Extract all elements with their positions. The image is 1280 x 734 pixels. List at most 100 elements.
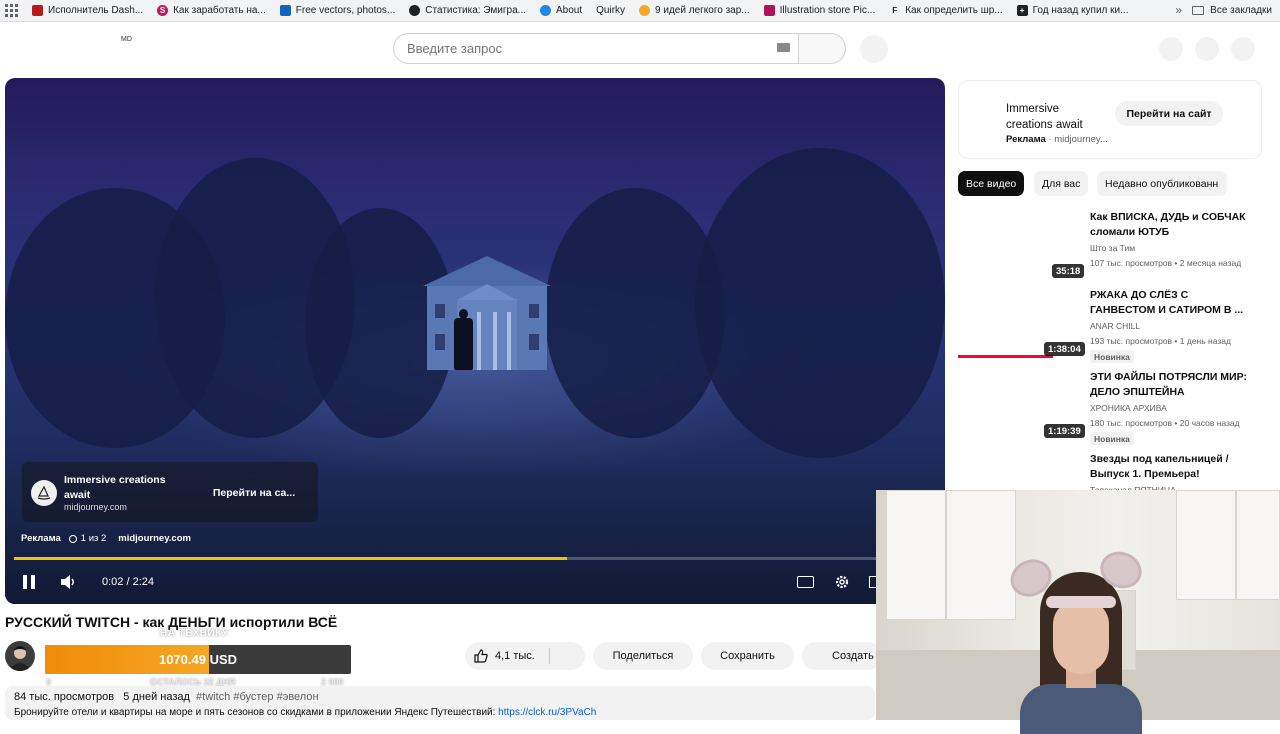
all-bookmarks-button[interactable]: Все закладки	[1192, 5, 1272, 16]
thumbs-up-icon	[474, 649, 488, 663]
rec-meta: 107 тыс. просмотров • 2 месяца назад	[1090, 258, 1242, 268]
webcam-headband	[1046, 596, 1116, 608]
bookmark-favicon-icon	[540, 5, 551, 16]
description-link[interactable]: https://clck.ru/3PVaCh	[498, 707, 596, 718]
bookmark-label: Год назад купил ки...	[1032, 5, 1129, 16]
bookmark-label: About	[556, 5, 583, 16]
like-count: 4,1 тыс.	[495, 650, 535, 662]
ad-label: Реклама	[21, 533, 61, 544]
bookmark-label: Статистика: Эмигра...	[425, 5, 526, 16]
create-clip-button[interactable]: Создать	[802, 642, 882, 670]
description-text: Бронируйте отели и квартиры на море и пя…	[14, 707, 596, 718]
bookmark-label: Как определить шр...	[905, 5, 1003, 16]
sidebar-ad-domain: midjourney...	[1054, 134, 1108, 145]
chip-all-videos[interactable]: Все видео	[958, 171, 1025, 196]
notifications-button[interactable]	[1195, 37, 1219, 61]
save-button[interactable]: Сохранить	[701, 642, 794, 670]
sidebar-ad-visit-button[interactable]: Перейти на сайт	[1115, 101, 1223, 126]
settings-gear-icon[interactable]	[834, 574, 850, 590]
rec-channel[interactable]: ХРОНИКА АРХИВА	[1090, 403, 1167, 413]
chip-recently-published[interactable]: Недавно опубликованн	[1097, 171, 1227, 196]
donation-amount: 1070.49 USD	[158, 652, 238, 667]
kitchen-cabinet	[946, 490, 1016, 620]
bookmark-item[interactable]: + Год назад купил ки...	[1016, 5, 1129, 16]
rec-channel[interactable]: Што за Тим	[1090, 243, 1135, 253]
apps-grid-icon[interactable]	[4, 4, 18, 18]
kitchen-cabinet	[1236, 490, 1280, 600]
midjourney-logo-icon	[31, 480, 57, 506]
ad-count: 1 из 2	[80, 533, 107, 544]
ad-visit-site-button[interactable]: Перейти на са...	[203, 484, 305, 502]
rec-duration: 1:38:04	[1044, 342, 1085, 356]
bookmark-item[interactable]: About	[540, 5, 582, 16]
hashtags[interactable]: #twitch #бустер #эвелон	[196, 691, 319, 703]
bookmark-item[interactable]: Quirky	[596, 5, 625, 16]
create-button[interactable]	[1159, 37, 1183, 61]
bookmark-favicon-icon: +	[1016, 5, 1028, 16]
bookmark-item[interactable]: 9 идей легкого зар...	[639, 5, 750, 16]
rec-title[interactable]: Как ВПИСКА, ДУДЬ и СОБЧАК сломали ЮТУБ	[1090, 210, 1255, 240]
donation-goal-label: НА ТЕХНИКУ	[160, 628, 229, 639]
description-meta: 84 тыс. просмотров 5 дней назад #twitch …	[14, 691, 319, 703]
more-bookmarks-chevron-icon[interactable]: »	[1175, 3, 1182, 17]
time-display: 0:02 / 2:24	[102, 576, 154, 588]
kitchen-cabinet	[1176, 490, 1236, 600]
channel-avatar[interactable]	[5, 641, 35, 671]
chip-for-you[interactable]: Для вас	[1034, 171, 1089, 196]
like-divider	[549, 648, 550, 664]
bookmark-favicon-icon: S	[157, 5, 169, 16]
video-progress-bar[interactable]	[14, 557, 936, 560]
search-input[interactable]	[405, 40, 769, 57]
like-button[interactable]: 4,1 тыс.	[465, 642, 585, 670]
ad-info-line: Реклама 1 из 2 midjourney.com	[21, 533, 191, 544]
keyboard-icon[interactable]	[777, 43, 790, 52]
bookmark-favicon-icon	[763, 5, 775, 16]
new-badge: Новинка	[1090, 432, 1134, 445]
bookmark-label: Illustration store Pic...	[779, 5, 876, 16]
ad-site-link[interactable]: midjourney.com	[118, 533, 191, 544]
bookmark-item[interactable]: Illustration store Pic...	[763, 5, 876, 16]
rec-meta: 180 тыс. просмотров • 20 часов назад	[1090, 418, 1240, 428]
account-avatar[interactable]	[1231, 37, 1255, 61]
bookmark-item[interactable]: F Как определить шр...	[889, 5, 1002, 16]
pause-icon[interactable]	[23, 575, 35, 589]
ad-overlay-domain: midjourney.com	[64, 502, 127, 512]
rec-title[interactable]: РЖАКА ДО СЛЁЗ С ГАНВЕСТОМ И САТИРОМ В ..…	[1090, 288, 1255, 318]
subtitles-icon[interactable]	[797, 576, 814, 588]
video-frame-tree	[695, 148, 945, 458]
rec-meta: 193 тыс. просмотров • 1 день назад	[1090, 336, 1231, 346]
site-logo[interactable]: MD	[121, 36, 132, 43]
search-button[interactable]	[798, 33, 846, 64]
all-bookmarks-label: Все закладки	[1210, 5, 1272, 16]
upload-date: 5 дней назад	[123, 691, 190, 703]
bookmark-favicon-icon	[279, 5, 291, 16]
bookmark-label: Исполнитель Dash...	[48, 5, 144, 16]
bookmark-item[interactable]: Free vectors, photos...	[279, 5, 395, 16]
rec-channel[interactable]: ANAR CHILL	[1090, 321, 1140, 331]
bookmark-item[interactable]: Статистика: Эмигра...	[409, 5, 526, 16]
video-frame-figure	[454, 318, 473, 370]
bookmark-item[interactable]: Исполнитель Dash...	[32, 5, 143, 16]
share-button[interactable]: Поделиться	[593, 642, 693, 670]
video-player[interactable]	[5, 78, 945, 604]
kitchen-cabinet	[886, 490, 946, 620]
new-badge: Новинка	[1090, 350, 1134, 363]
rec-duration: 35:18	[1052, 264, 1085, 278]
bookmark-favicon-icon	[32, 5, 43, 16]
bookmark-label: 9 идей легкого зар...	[655, 5, 750, 16]
bookmark-label: Quirky	[596, 5, 626, 16]
rec-title[interactable]: Звезды под капельницей / Выпуск 1. Премь…	[1090, 452, 1255, 482]
bookmarks-bar: Исполнитель Dash... S Как заработать на.…	[0, 0, 1280, 22]
folder-icon	[1192, 6, 1205, 15]
info-icon[interactable]	[68, 534, 77, 543]
ad-overlay-title: Immersive creations await	[64, 474, 166, 501]
voice-search-button[interactable]	[860, 35, 888, 63]
webcam-person-face	[1053, 600, 1109, 674]
volume-icon[interactable]	[60, 575, 76, 589]
video-frame-house	[423, 256, 551, 370]
view-count: 84 тыс. просмотров	[14, 691, 115, 703]
rec-title[interactable]: ЭТИ ФАЙЛЫ ПОТРЯСЛИ МИР: ДЕЛО ЭПШТЕЙНА	[1090, 370, 1255, 400]
create-label: Создать	[832, 650, 874, 662]
bookmark-item[interactable]: S Как заработать на...	[157, 5, 266, 16]
rec-watched-progress	[958, 355, 1053, 358]
